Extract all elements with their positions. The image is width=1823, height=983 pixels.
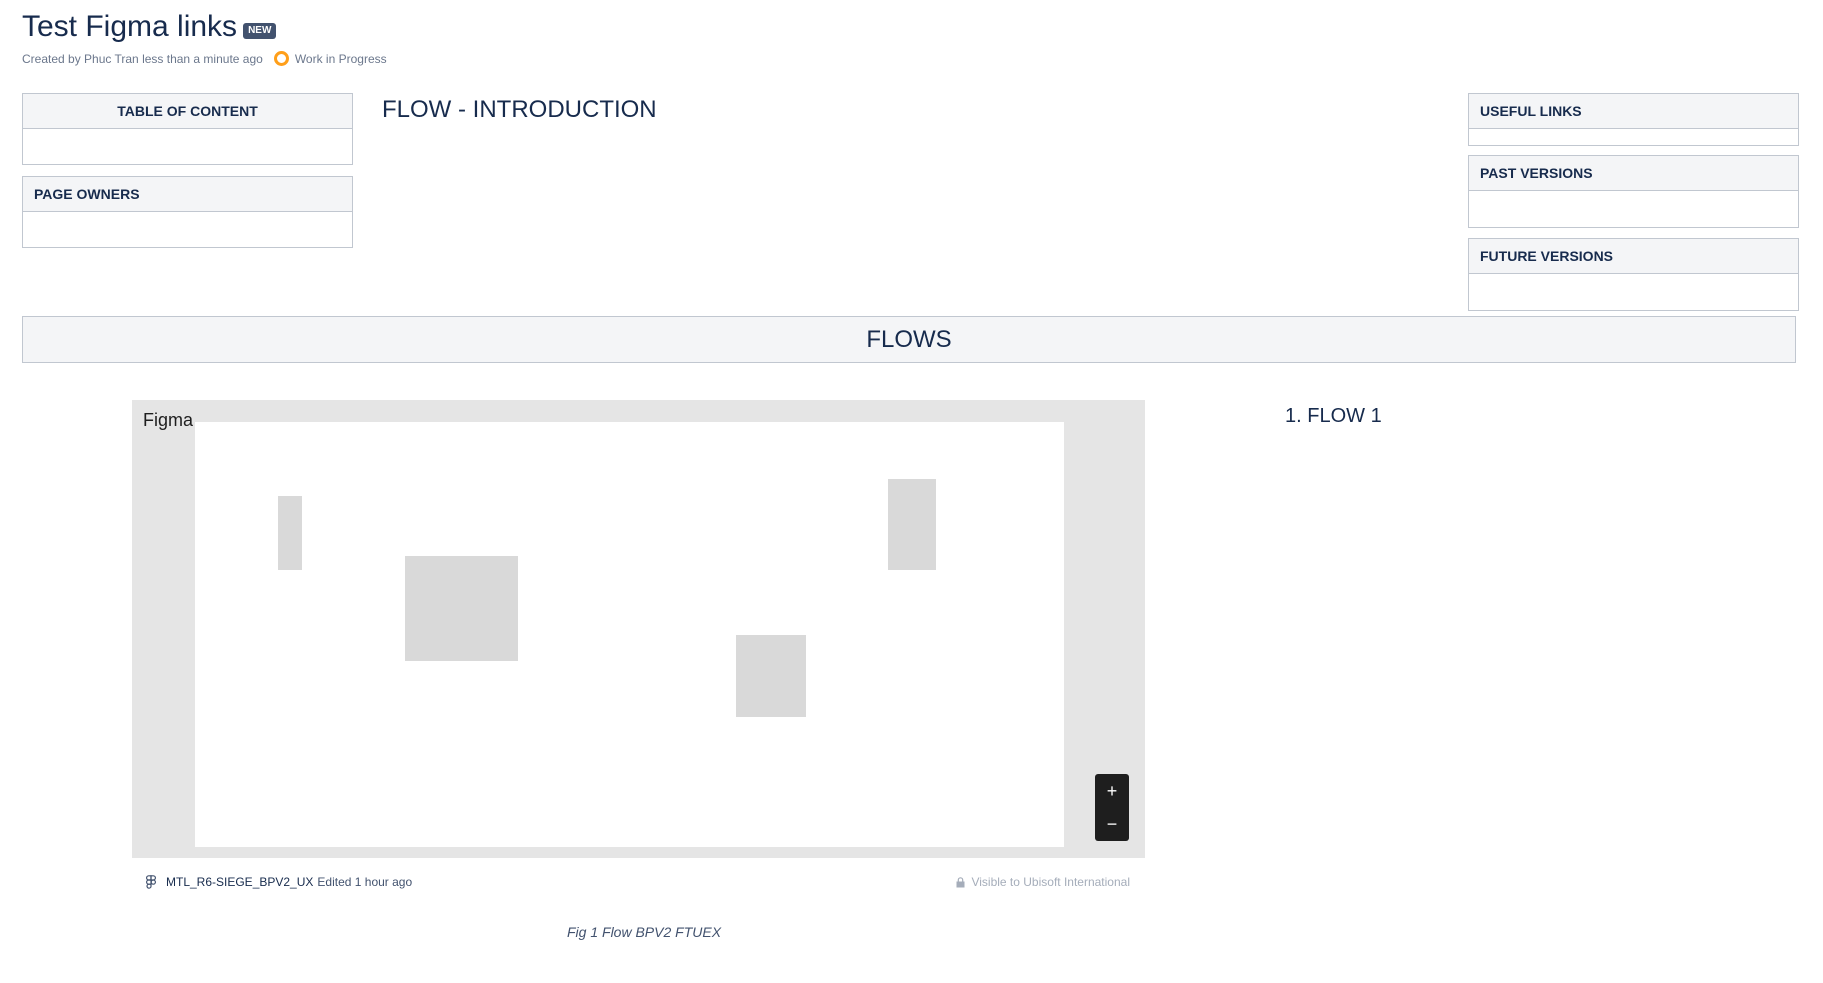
visibility-info: Visible to Ubisoft International bbox=[956, 875, 1130, 889]
past-versions-heading: PAST VERSIONS bbox=[1469, 156, 1798, 191]
zoom-out-button[interactable]: − bbox=[1107, 815, 1118, 833]
visibility-text: Visible to Ubisoft International bbox=[971, 875, 1130, 889]
table-of-content-panel: TABLE OF CONTENT bbox=[22, 93, 353, 165]
figma-file-link[interactable]: MTL_R6-SIEGE_BPV2_UX bbox=[166, 875, 313, 889]
flows-heading: FLOWS bbox=[22, 316, 1796, 363]
intro-heading: FLOW - INTRODUCTION bbox=[382, 96, 657, 123]
table-of-content-heading: TABLE OF CONTENT bbox=[23, 94, 352, 129]
new-badge: NEW bbox=[243, 23, 277, 39]
lock-icon bbox=[956, 876, 965, 887]
figma-icon bbox=[146, 874, 156, 889]
page-title-text: Test Figma links bbox=[22, 10, 238, 43]
past-versions-panel: PAST VERSIONS bbox=[1468, 155, 1799, 228]
flow-list-item: 1. FLOW 1 bbox=[1285, 405, 1382, 427]
page-owners-heading: PAGE OWNERS bbox=[23, 177, 352, 212]
future-versions-panel: FUTURE VERSIONS bbox=[1468, 238, 1799, 311]
figma-embed[interactable]: Figma + − bbox=[132, 400, 1145, 858]
status-dot-icon bbox=[273, 51, 289, 66]
figure-caption: Fig 1 Flow BPV2 FTUEX bbox=[567, 924, 722, 940]
created-by-text: Created by Phuc Tran less than a minute … bbox=[22, 51, 263, 66]
zoom-in-button[interactable]: + bbox=[1107, 782, 1118, 800]
canvas-frame bbox=[405, 556, 518, 661]
useful-links-panel: USEFUL LINKS bbox=[1468, 93, 1799, 146]
useful-links-heading: USEFUL LINKS bbox=[1469, 94, 1798, 129]
figma-label: Figma bbox=[143, 410, 194, 430]
canvas-frame bbox=[888, 479, 936, 570]
figma-embed-footer: MTL_R6-SIEGE_BPV2_UX Edited 1 hour ago V… bbox=[146, 873, 1130, 891]
file-info: MTL_R6-SIEGE_BPV2_UX Edited 1 hour ago bbox=[146, 874, 413, 890]
page-owners-panel: PAGE OWNERS bbox=[22, 176, 353, 248]
future-versions-heading: FUTURE VERSIONS bbox=[1469, 239, 1798, 274]
figma-canvas[interactable] bbox=[195, 422, 1064, 847]
edited-text: Edited 1 hour ago bbox=[317, 875, 413, 889]
zoom-controls: + − bbox=[1095, 774, 1129, 841]
page-meta: Created by Phuc Tran less than a minute … bbox=[22, 51, 387, 66]
status-text[interactable]: Work in Progress bbox=[295, 52, 387, 66]
canvas-frame bbox=[736, 635, 806, 717]
page-title: Test Figma links NEW bbox=[22, 10, 277, 44]
canvas-frame bbox=[278, 496, 302, 570]
